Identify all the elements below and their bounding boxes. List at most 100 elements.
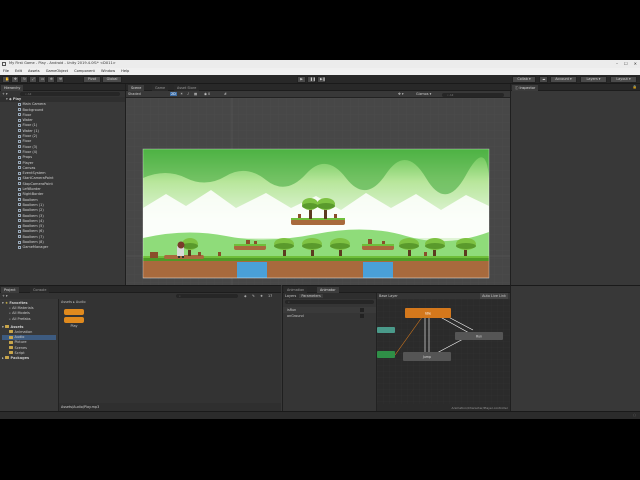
camera-icon[interactable]: ✥ ▾ <box>398 92 404 96</box>
effects-toggle-icon[interactable]: ▦ <box>194 92 197 96</box>
audio-file-tile[interactable]: Play <box>64 309 84 328</box>
create-button[interactable]: + ▾ <box>2 92 8 96</box>
rect-tool-button[interactable]: ▭ <box>38 76 46 83</box>
project-status: Assets/Audio/Play.mp3 <box>58 403 281 411</box>
tab-inspector[interactable]: ⓘ Inspector <box>512 85 539 91</box>
rotate-tool-button[interactable]: ↻ <box>20 76 28 83</box>
maximize-icon[interactable]: ☐ <box>624 61 628 66</box>
param-name: isRun <box>287 308 297 312</box>
folder-icon <box>9 340 13 344</box>
pause-button[interactable]: ❚❚ <box>307 76 316 83</box>
hidden-objects-icon[interactable]: ◉ 0 <box>204 92 210 96</box>
menu-gameobject[interactable]: GameObject <box>46 68 68 75</box>
collab-button[interactable]: Collab ▾ <box>512 76 536 83</box>
folder-icon <box>9 351 13 355</box>
scene-search-placeholder: All <box>449 92 454 97</box>
gizmos-dropdown[interactable]: Gizmos ▾ <box>416 92 431 96</box>
hierarchy-item-label: Water <box>22 118 33 123</box>
shading-dropdown[interactable]: Shaded <box>128 92 141 96</box>
layers-button[interactable]: Layers ▾ <box>580 76 607 83</box>
hierarchy-item[interactable]: GameManager <box>0 245 125 250</box>
filter-label-icon[interactable]: ✎ <box>252 294 255 298</box>
project-folder-tree[interactable]: ▾ ★ Favorites ⌕ All Materials ⌕ All Model… <box>2 301 56 411</box>
tab-animation-label: Animation <box>287 288 305 292</box>
any-state-node[interactable] <box>377 327 395 333</box>
menu-assets[interactable]: Assets <box>28 68 40 75</box>
params-search-input[interactable]: ⌕ <box>285 300 374 304</box>
asset-folder-label: Picture <box>14 340 27 345</box>
favorite-icon[interactable]: ★ <box>260 294 263 298</box>
scene-search-input[interactable]: ⌕ All <box>442 92 504 97</box>
menu-help[interactable]: Help <box>121 68 129 75</box>
hierarchy-item-label: Props <box>22 155 33 160</box>
asset-folders: Animation Audio Picture Scenes Script <box>2 330 56 356</box>
cloud-icon[interactable]: ☁ <box>539 76 548 83</box>
mode-2d-toggle[interactable]: 2D <box>170 91 177 96</box>
scene-name: Play <box>12 97 22 101</box>
project-create-button[interactable]: + ▾ <box>2 294 8 298</box>
animator-graph[interactable]: Base Layer Auto Live Link Idle Run Jump … <box>377 293 511 411</box>
hierarchy-item-label: EventSystem <box>22 171 46 176</box>
lighting-toggle-icon[interactable]: ☀ <box>180 92 183 96</box>
grid-icon[interactable]: # <box>224 92 227 96</box>
move-tool-button[interactable]: ✥ <box>11 76 19 83</box>
custom-tool-button[interactable]: ⚒ <box>56 76 64 83</box>
transform-tool-button[interactable]: ⊕ <box>47 76 55 83</box>
favorite-item-label: All Models <box>12 311 30 316</box>
project-search-input[interactable]: ⌕ <box>176 294 238 298</box>
filter-type-icon[interactable]: ◈ <box>244 294 247 298</box>
audio-toggle-icon[interactable]: ♪ <box>187 92 189 96</box>
param-checkbox[interactable] <box>360 308 364 312</box>
param-row[interactable]: onGround <box>283 313 376 319</box>
favorite-item[interactable]: ⌕ All Prefabs <box>2 317 56 322</box>
param-checkbox[interactable] <box>360 314 364 318</box>
hierarchy-item-label: Boolkem (3) <box>22 213 44 218</box>
subtab-layers[interactable]: Layers <box>285 294 296 298</box>
breadcrumb-assets[interactable]: Assets <box>61 300 72 304</box>
menu-component[interactable]: Component <box>74 68 95 75</box>
search-icon: ⌕ <box>25 92 27 96</box>
menu-file[interactable]: File <box>3 68 9 75</box>
hand-tool-button[interactable]: ✋ <box>2 76 10 83</box>
breadcrumb-audio[interactable]: Audio <box>76 300 86 304</box>
step-button[interactable]: ▶❚ <box>317 76 326 83</box>
subtab-parameters[interactable]: Parameters <box>299 294 323 298</box>
project-panel: Project Console + ▾ ⌕ ◈ ✎ ★ 17 ▾ ★ Favor… <box>0 285 281 411</box>
gameobject-icon <box>18 134 21 138</box>
gameobject-icon <box>18 214 21 218</box>
audio-waveform-icon-2 <box>64 317 84 323</box>
breadcrumb: Assets ▸ Audio <box>61 300 86 304</box>
gameobject-icon <box>18 235 21 239</box>
hierarchy-item-label: StopCameraPoint <box>22 181 53 186</box>
gameobject-icon <box>18 224 21 228</box>
hierarchy-item-label: Floor (2) <box>22 134 38 139</box>
minimize-icon[interactable]: – <box>616 61 618 66</box>
scene-viewport[interactable] <box>126 98 510 285</box>
play-button[interactable]: ▶ <box>297 76 306 83</box>
empty-dock-area <box>510 285 640 411</box>
layout-button[interactable]: Layout ▾ <box>610 76 637 83</box>
menu-window[interactable]: Window <box>101 68 115 75</box>
lock-icon[interactable]: 🔒 <box>633 85 637 89</box>
account-button[interactable]: Account ▾ <box>550 76 577 83</box>
scene-canvas[interactable] <box>126 98 510 285</box>
autogenerate-lighting-icon: ◌ <box>633 413 636 417</box>
close-icon[interactable]: ✕ <box>634 61 637 66</box>
entry-node[interactable] <box>377 351 395 358</box>
selected-asset-path: Assets/Audio/Play.mp3 <box>61 404 100 409</box>
hierarchy-search-input[interactable]: ⌕ All <box>20 92 120 96</box>
packages-header[interactable]: ▸ Packages <box>2 356 56 361</box>
packages-label: Packages <box>10 355 30 360</box>
global-button[interactable]: Global <box>102 76 122 83</box>
scale-tool-button[interactable]: ⤢ <box>29 76 37 83</box>
hierarchy-item-label: StartCameraPoint <box>22 176 54 181</box>
state-machine-canvas[interactable]: Idle Run Jump <box>377 299 511 404</box>
gameobject-icon <box>18 123 21 127</box>
hierarchy-item-label: Boolkem <box>22 197 38 202</box>
hierarchy-tree[interactable]: ▾ ◆ Play Main Camera Background Floor Water… <box>0 97 125 251</box>
pivot-button[interactable]: Pivot <box>83 76 101 83</box>
menu-edit[interactable]: Edit <box>15 68 22 75</box>
hierarchy-item-label: Main Camera <box>22 102 46 107</box>
run-state-label: Run <box>476 335 482 339</box>
hierarchy-item-label: Boolkem (1) <box>22 202 44 207</box>
